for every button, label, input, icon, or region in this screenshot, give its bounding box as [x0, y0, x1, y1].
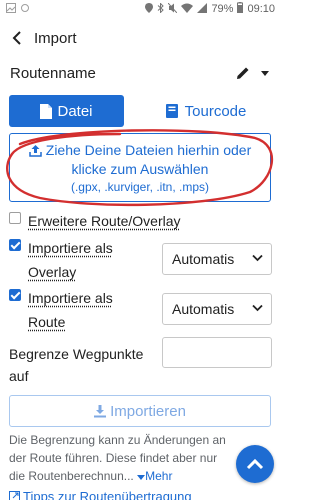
location-icon	[145, 2, 154, 15]
book-icon	[165, 104, 178, 118]
sync-icon	[20, 3, 30, 13]
import-route-label-2: Route	[28, 314, 66, 330]
download-icon	[94, 404, 107, 417]
bluetooth-icon	[157, 1, 165, 15]
chevron-up-icon	[246, 458, 264, 470]
name-menu-button[interactable]	[258, 64, 272, 82]
scroll-top-button[interactable]	[236, 445, 274, 483]
battery-percent: 79%	[211, 2, 234, 15]
route-transfer-tips-link[interactable]: Tipps zur Routenübertragung	[9, 489, 192, 500]
chevron-down-icon	[252, 304, 263, 312]
file-dropzone[interactable]: Ziehe Deine Dateien hierhin oder klicke …	[9, 133, 271, 202]
waypoint-limit-label-1: Begrenze Wegpunkte	[9, 346, 144, 362]
back-arrow-icon	[12, 31, 21, 45]
app-bar: Import	[0, 22, 281, 54]
battery-icon	[237, 2, 244, 15]
import-route-select-value: Automatis	[172, 301, 235, 317]
page-title: Import	[34, 29, 77, 47]
extended-route-checkbox[interactable]	[9, 212, 21, 224]
import-overlay-label-2: Overlay	[28, 264, 77, 280]
edit-name-button[interactable]	[234, 64, 252, 82]
import-overlay-select[interactable]: Automatis	[162, 243, 272, 275]
info-line-1: Die Begrenzung kann zu Änderungen an	[9, 433, 226, 447]
tab-tourcode[interactable]: Tourcode	[141, 95, 271, 127]
clock: 09:10	[247, 2, 275, 15]
source-tabs: Datei Tourcode	[9, 95, 271, 127]
dropzone-file-types: (.gpx, .kurviger, .itn, .mps)	[70, 180, 210, 194]
import-overlay-select-value: Automatis	[172, 251, 235, 267]
file-icon	[40, 103, 53, 119]
route-transfer-tips-label: Tipps zur Routenübertragung	[23, 489, 192, 500]
more-link[interactable]: Mehr	[137, 469, 172, 483]
dropzone-text-2: klicke zum Auswählen	[71, 161, 209, 177]
pencil-icon	[237, 67, 249, 79]
more-link-label: Mehr	[145, 469, 173, 483]
extended-route-label: Erweitere Route/Overlay	[28, 213, 181, 229]
import-route-option[interactable]: Importiere als Route	[9, 286, 113, 334]
import-route-select[interactable]: Automatis	[162, 293, 272, 325]
import-overlay-checkbox[interactable]	[9, 239, 21, 251]
caret-down-icon	[261, 70, 269, 76]
back-button[interactable]	[2, 23, 32, 53]
gallery-icon	[6, 3, 16, 13]
info-line-3: die Routenberechnun...	[9, 469, 134, 483]
extended-route-option[interactable]: Erweitere Route/Overlay	[9, 209, 181, 233]
mute-icon	[168, 2, 178, 15]
signal-icon	[197, 2, 208, 15]
import-route-checkbox[interactable]	[9, 289, 21, 301]
dropzone-text-1: Ziehe Deine Dateien hierhin oder	[45, 142, 252, 158]
upload-icon	[29, 145, 42, 157]
import-overlay-label-1: Importiere als	[28, 240, 113, 256]
status-bar: 79% 09:10	[0, 0, 281, 18]
import-route-label-1: Importiere als	[28, 290, 113, 306]
route-name-row: Routenname	[10, 60, 272, 86]
tab-file-label: Datei	[57, 102, 93, 120]
tab-file[interactable]: Datei	[9, 95, 124, 127]
wifi-icon	[181, 3, 194, 15]
chevron-down-icon	[252, 254, 263, 262]
tab-tourcode-label: Tourcode	[184, 102, 247, 120]
import-button-label: Importieren	[110, 402, 186, 420]
import-button[interactable]: Importieren	[9, 395, 271, 427]
import-overlay-option[interactable]: Importiere als Overlay	[9, 236, 113, 284]
waypoint-limit-label: Begrenze Wegpunkte auf	[9, 343, 159, 387]
external-link-icon	[9, 491, 20, 500]
waypoint-limit-input[interactable]	[162, 337, 272, 368]
waypoint-limit-label-2: auf	[9, 368, 29, 384]
caret-down-icon	[137, 475, 146, 480]
route-name-label: Routenname	[10, 64, 96, 82]
